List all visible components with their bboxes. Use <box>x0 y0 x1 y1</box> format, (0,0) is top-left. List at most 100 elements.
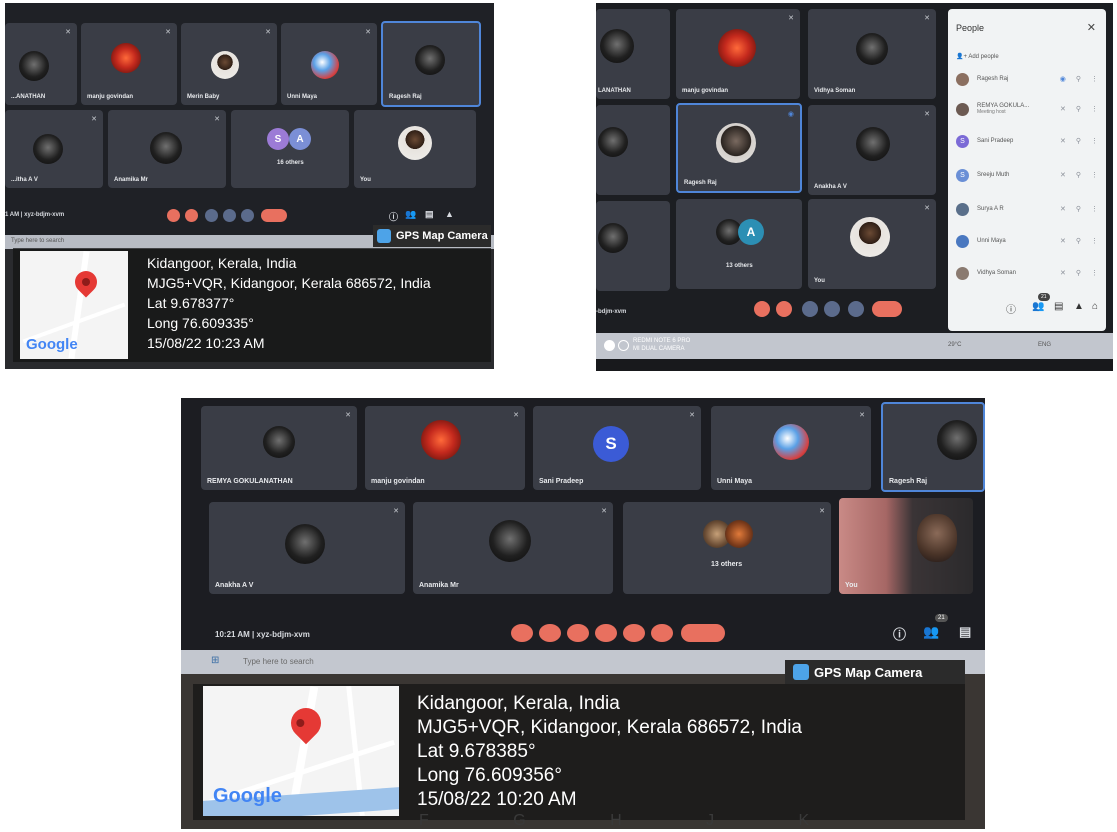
more-options-button[interactable] <box>848 301 864 317</box>
participant-tile[interactable]: ✕ ...itha A V <box>5 110 103 188</box>
chat-icon[interactable]: ▤ <box>425 209 434 220</box>
more-options-button[interactable] <box>241 209 254 222</box>
camera-button[interactable] <box>539 624 561 642</box>
avatar <box>111 43 141 73</box>
more-options-button[interactable] <box>651 624 673 642</box>
participant-tile[interactable]: ✕ Anamika Mr <box>108 110 226 188</box>
more-icon[interactable]: ⋮ <box>1091 205 1098 213</box>
participant-tile[interactable]: ✕ Merin Baby <box>181 23 277 105</box>
people-row[interactable]: Ragesh Raj ◉ ⚲ ⋮ <box>956 67 1098 91</box>
meet-screen-3: ✕ REMYA GOKULANATHAN ✕ manju govindan ✕ … <box>181 398 985 650</box>
address-line: MJG5+VQR, Kidangoor, Kerala 686572, Indi… <box>417 717 802 738</box>
people-icon[interactable]: 👥 <box>405 209 416 220</box>
people-row[interactable]: S Sreeju Muth ✕ ⚲ ⋮ <box>956 163 1098 187</box>
participant-tile-others[interactable]: ✕ 13 others <box>623 502 831 594</box>
pin-icon[interactable]: ⚲ <box>1076 137 1081 145</box>
participant-tile[interactable]: ✕ S Sani Pradeep <box>533 406 701 490</box>
more-icon[interactable]: ⋮ <box>1091 75 1098 83</box>
chat-icon[interactable]: ▤ <box>959 624 971 640</box>
participant-tile[interactable] <box>596 105 670 195</box>
activities-icon[interactable]: ▲ <box>445 209 454 219</box>
info-icon[interactable]: ⓘ <box>1006 301 1016 316</box>
avatar <box>415 45 445 75</box>
participant-tile-self[interactable]: You <box>354 110 476 188</box>
more-icon[interactable]: ⋮ <box>1091 137 1098 145</box>
self-video <box>917 514 957 562</box>
participant-tile-active[interactable]: Ragesh Raj <box>881 402 985 492</box>
participant-tile-others[interactable]: A 13 others <box>676 199 802 289</box>
avatar-letter: S <box>267 128 289 150</box>
pin-icon[interactable]: ⚲ <box>1076 205 1081 213</box>
participant-tile-active[interactable]: Ragesh Raj <box>381 21 481 107</box>
people-icon[interactable]: 👥 <box>923 624 939 640</box>
avatar-letter: A <box>289 128 311 150</box>
longitude: Long 76.609356° <box>417 765 562 786</box>
pin-icon[interactable]: ⚲ <box>1076 269 1081 277</box>
more-icon[interactable]: ⋮ <box>1091 171 1098 179</box>
participant-tile-self[interactable]: ✕ You <box>808 199 936 289</box>
pin-icon[interactable]: ⚲ <box>1076 237 1081 245</box>
participant-name: REMYA GOKULANATHAN <box>207 478 293 485</box>
pin-icon[interactable]: ⚲ <box>1076 171 1081 179</box>
mic-button[interactable] <box>167 209 180 222</box>
participant-tile[interactable] <box>596 201 670 291</box>
add-people-button[interactable]: 👤+ Add people <box>956 53 999 60</box>
mic-off-icon: ✕ <box>601 508 607 515</box>
participant-tile[interactable]: ✕ manju govindan <box>676 9 800 99</box>
avatar <box>33 134 63 164</box>
windows-start-icon[interactable]: ⊞ <box>211 655 219 666</box>
participant-name: Ragesh Raj <box>389 94 422 100</box>
participant-tile[interactable]: ✕ REMYA GOKULANATHAN <box>201 406 357 490</box>
mic-button[interactable] <box>511 624 533 642</box>
present-button[interactable] <box>223 209 236 222</box>
participant-tile[interactable]: ✕ Anakha A V <box>808 105 936 195</box>
participant-tile[interactable]: ✕ ...ANATHAN <box>5 23 77 105</box>
hangup-button[interactable] <box>261 209 287 222</box>
people-row[interactable]: REMYA GOKULA... Meeting host ✕ ⚲ ⋮ <box>956 97 1098 121</box>
info-icon[interactable]: ⓘ <box>893 624 906 643</box>
more-icon[interactable]: ⋮ <box>1091 269 1098 277</box>
present-button[interactable] <box>595 624 617 642</box>
people-row[interactable]: Surya A R ✕ ⚲ ⋮ <box>956 197 1098 221</box>
camera-button[interactable] <box>185 209 198 222</box>
participant-tile-others[interactable]: S A 16 others <box>231 110 349 188</box>
activities-icon[interactable]: ▲ <box>1074 301 1084 312</box>
hangup-button[interactable] <box>872 301 902 317</box>
close-icon[interactable]: ✕ <box>1087 21 1096 34</box>
mic-off-icon: ✕ <box>165 29 171 36</box>
mic-off-icon: ✕ <box>365 29 371 36</box>
mic-off-icon: ✕ <box>924 15 930 22</box>
avatar <box>718 29 756 67</box>
chat-icon[interactable]: ▤ <box>1054 301 1063 312</box>
mic-button[interactable] <box>754 301 770 317</box>
participant-tile[interactable]: ✕ Anamika Mr <box>413 502 613 594</box>
participant-tile-active[interactable]: ◉ Ragesh Raj <box>676 103 802 193</box>
participant-tile[interactable]: ✕ Unni Maya <box>281 23 377 105</box>
captions-button[interactable] <box>567 624 589 642</box>
participant-tile[interactable]: ✕ Vidhya Soman <box>808 9 936 99</box>
people-row[interactable]: Vidhya Soman ✕ ⚲ ⋮ <box>956 261 1098 285</box>
hangup-button[interactable] <box>681 624 725 642</box>
people-icon[interactable]: 👥 <box>1032 301 1044 312</box>
participant-tile[interactable]: LANATHAN <box>596 9 670 99</box>
present-button[interactable] <box>824 301 840 317</box>
participant-tile[interactable]: ✕ Anakha A V <box>209 502 405 594</box>
map-thumbnail: Google <box>20 251 128 359</box>
google-logo: Google <box>26 336 78 353</box>
participant-tile[interactable]: ✕ Unni Maya <box>711 406 871 490</box>
more-icon[interactable]: ⋮ <box>1091 237 1098 245</box>
pin-icon[interactable]: ⚲ <box>1076 105 1081 113</box>
captions-button[interactable] <box>802 301 818 317</box>
participant-tile[interactable]: ✕ manju govindan <box>365 406 525 490</box>
lock-icon[interactable]: ⌂ <box>1092 301 1098 312</box>
camera-button[interactable] <box>776 301 792 317</box>
participant-tile[interactable]: ✕ manju govindan <box>81 23 177 105</box>
pin-icon[interactable]: ⚲ <box>1076 75 1081 83</box>
more-options-button[interactable] <box>623 624 645 642</box>
participant-tile-self[interactable]: You <box>839 498 973 594</box>
people-row[interactable]: Unni Maya ✕ ⚲ ⋮ <box>956 229 1098 253</box>
captions-button[interactable] <box>205 209 218 222</box>
info-icon[interactable]: ⓘ <box>389 210 398 223</box>
more-icon[interactable]: ⋮ <box>1091 105 1098 113</box>
people-row[interactable]: S Sani Pradeep ✕ ⚲ ⋮ <box>956 129 1098 153</box>
